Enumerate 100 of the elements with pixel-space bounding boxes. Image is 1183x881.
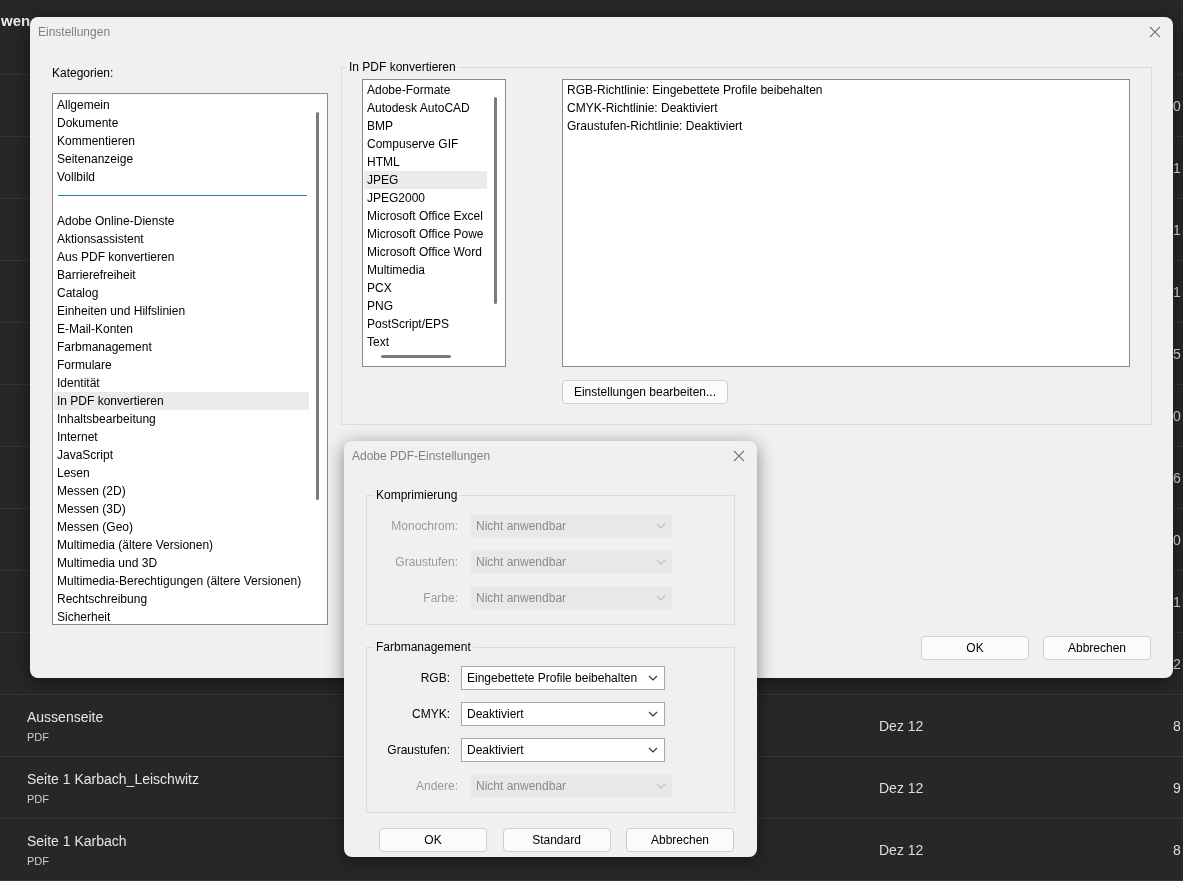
chevron-icon [648,675,658,681]
file-size: 1 [1173,221,1182,238]
group-title: In PDF konvertieren [348,60,457,74]
format-item[interactable]: Autodesk AutoCAD [364,99,487,117]
window-title: Adobe PDF-Einstellungen [352,449,491,463]
format-item[interactable]: BMP [364,117,487,135]
file-size: 0 [1173,531,1182,548]
dialog-button[interactable]: Abbrechen [626,828,734,852]
file-size: 1 [1173,283,1182,300]
format-item[interactable]: Compuserve GIF [364,135,487,153]
file-date: Dez 12 [879,841,925,858]
file-size: 0 [1173,97,1182,114]
format-item[interactable]: PNG [364,297,487,315]
dialog-button[interactable]: OK [921,636,1029,660]
file-size: 9 [1173,779,1182,796]
format-item[interactable]: Adobe-Formate [364,81,487,99]
file-size: 8 [1173,717,1182,734]
close-icon [1149,26,1161,38]
scrollbar-thumb[interactable] [494,97,497,304]
field-label: Andere: [414,779,458,793]
file-date: Dez 12 [879,779,925,796]
policy-line: CMYK-Richtlinie: Deaktiviert [567,100,719,117]
category-item[interactable]: Einheiten und Hilfslinien [54,302,309,320]
format-item[interactable]: Microsoft Office Powe [364,225,487,243]
edit-settings-button[interactable]: Einstellungen bearbeiten... [562,380,728,404]
scrollbar-thumb[interactable] [316,112,319,500]
category-item[interactable]: Kommentieren [54,132,309,150]
chevron-icon [656,783,666,789]
field-label: Graustufen: [386,743,450,757]
category-item[interactable]: Multimedia und 3D [54,554,309,572]
categories-label: Kategorien: [52,66,115,80]
format-item[interactable]: PCX [364,279,487,297]
category-item[interactable]: Rechtschreibung [54,590,309,608]
dialog-button[interactable]: Abbrechen [1043,636,1151,660]
category-item[interactable]: Seitenanzeige [54,150,309,168]
category-item[interactable]: Internet [54,428,309,446]
format-item[interactable]: Microsoft Office Word [364,243,487,261]
file-size: 5 [1173,345,1182,362]
category-item[interactable]: JavaScript [54,446,309,464]
category-item[interactable]: Messen (3D) [54,500,309,518]
category-item[interactable]: Multimedia (ältere Versionen) [54,536,309,554]
file-type: PDF [27,854,49,867]
category-item[interactable]: Catalog [54,284,309,302]
file-name: Aussenseite [27,708,104,725]
category-item[interactable]: Messen (2D) [54,482,309,500]
dialog-button[interactable]: OK [379,828,487,852]
policy-line: RGB-Richtlinie: Eingebettete Profile beibehalten [567,82,824,99]
category-item[interactable]: In PDF konvertieren [54,392,309,410]
field-label: CMYK: [411,707,450,721]
close-button[interactable] [731,448,747,464]
dialog-button[interactable]: Standard [502,828,611,852]
chevron-icon [656,595,666,601]
category-item[interactable]: Identität [54,374,309,392]
category-item[interactable]: Formulare [54,356,309,374]
page-title: wen [1,12,31,29]
chevron-icon [656,559,666,565]
chevron-icon [648,711,658,717]
category-item[interactable]: Sicherheit [54,608,309,624]
category-item[interactable]: Farbmanagement [54,338,309,356]
format-item[interactable]: HTML [364,153,487,171]
file-name: Seite 1 Karbach_Leischwitz [27,770,199,787]
category-item[interactable]: Inhaltsbearbeitung [54,410,309,428]
category-item[interactable]: Messen (Geo) [54,518,309,536]
file-type: PDF [27,730,49,743]
format-item[interactable]: Text [364,333,487,351]
field-label: Farbe: [422,591,458,605]
file-size: 1 [1173,159,1182,176]
file-size: 0 [1173,407,1182,424]
close-icon [733,450,745,462]
category-item[interactable]: Aus PDF konvertieren [54,248,309,266]
format-item[interactable]: PostScript/EPS [364,315,487,333]
group-title: Komprimierung [375,488,459,502]
scrollbar-thumb[interactable] [381,355,451,358]
category-item[interactable]: Allgemein [54,96,309,114]
format-item[interactable]: JPEG2000 [364,189,487,207]
file-size: 1 [1173,593,1182,610]
file-size: 2 [1173,655,1182,672]
file-size: 8 [1173,841,1182,858]
category-item[interactable]: Multimedia-Berechtigungen (ältere Versionen) [54,572,309,590]
category-item[interactable]: Lesen [54,464,309,482]
policy-line: Graustufen-Richtlinie: Deaktiviert [567,118,744,135]
field-label: Monochrom: [390,519,458,533]
format-item[interactable]: Multimedia [364,261,487,279]
format-item[interactable]: Microsoft Office Excel [364,207,487,225]
chevron-icon [648,747,658,753]
close-button[interactable] [1147,24,1163,40]
category-item[interactable]: Dokumente [54,114,309,132]
format-item[interactable]: JPEG [364,171,487,189]
dropdown[interactable]: Eingebettete Profile beibehalten [461,666,665,690]
dropdown[interactable]: Deaktiviert [461,738,665,762]
file-size: 6 [1173,469,1182,486]
dropdown[interactable]: Deaktiviert [461,702,665,726]
category-item[interactable]: Vollbild [54,168,309,186]
category-item[interactable]: Barrierefreiheit [54,266,309,284]
category-item[interactable]: E-Mail-Konten [54,320,309,338]
window-title: Einstellungen [38,25,111,39]
category-item[interactable]: Adobe Online-Dienste [54,212,309,230]
file-date: Dez 12 [879,717,925,734]
category-item[interactable]: Aktionsassistent [54,230,309,248]
group-title: Farbmanagement [375,640,472,654]
